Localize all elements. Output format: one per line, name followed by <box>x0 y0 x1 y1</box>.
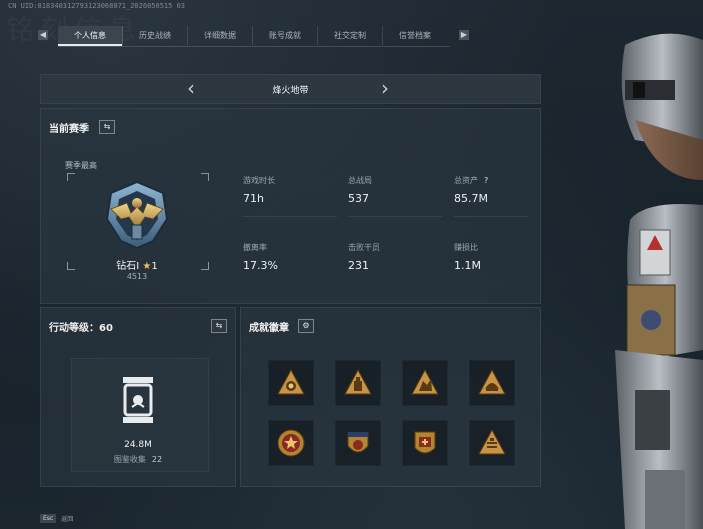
achievement-badge[interactable] <box>268 420 314 466</box>
stat-profit-ratio: 赚损比 1.1M <box>454 243 481 272</box>
tab-detailed-data[interactable]: 详细数据 <box>188 26 253 45</box>
swap-icon[interactable]: ⇆ <box>99 120 115 134</box>
achievement-badge[interactable] <box>268 360 314 406</box>
season-selector: ‹ 烽火地带 › <box>40 74 541 104</box>
achievement-badge[interactable] <box>335 360 381 406</box>
tab-credit-record[interactable]: 信誉档案 <box>383 26 447 45</box>
achievement-badge[interactable] <box>469 360 515 406</box>
current-season-title: 当前赛季 <box>49 124 89 135</box>
diamond-rank-emblem-icon <box>105 180 169 250</box>
current-season-panel: 当前赛季 ⇆ 赛季最高 钻石I ★1 4513 游戏时长 71h 总战局 537 <box>40 108 541 304</box>
help-icon[interactable]: ? <box>484 176 488 185</box>
stat-play-time: 游戏时长 71h <box>243 176 275 205</box>
season-next-icon[interactable]: › <box>381 78 389 98</box>
tab-account-achievements[interactable]: 账号成就 <box>253 26 318 45</box>
operation-level-panel: 行动等级：60 ⇆ 24.8M 图鉴收集 22 <box>40 307 236 487</box>
esc-key: Esc <box>40 514 57 523</box>
uid-text: CN UID:818340312793123068071_2026050515 … <box>8 2 186 10</box>
swap-icon[interactable]: ⇆ <box>211 319 227 333</box>
achievement-badge[interactable] <box>402 420 448 466</box>
chevron-left-icon[interactable]: ◀ <box>38 30 48 40</box>
back-label: 返回 <box>61 516 74 523</box>
tab-personal-info[interactable]: 个人信息 <box>58 26 123 46</box>
season-name: 烽火地带 <box>272 86 309 96</box>
season-best-label: 赛季最高 <box>65 161 97 170</box>
tabs: 个人信息 历史战绩 详细数据 账号成就 社交定制 信誉档案 <box>58 26 447 46</box>
achievement-badges-title: 成就徽章 <box>249 323 289 334</box>
achievement-badges-panel: 成就徽章 ⚙ <box>240 307 541 487</box>
stat-extraction-rate: 撤离率 17.3% <box>243 243 278 272</box>
settings-icon[interactable]: ⚙ <box>298 319 314 333</box>
collection-value: 24.8M <box>124 440 152 450</box>
back-hint[interactable]: Esc 返回 <box>40 514 73 523</box>
tab-history-records[interactable]: 历史战绩 <box>123 26 188 45</box>
collection-case-icon[interactable] <box>120 375 156 427</box>
tab-underline <box>58 46 450 47</box>
chevron-right-icon[interactable]: ▶ <box>459 30 469 40</box>
star-icon: ★ <box>142 261 152 272</box>
rank-score: 4513 <box>126 272 148 281</box>
stat-total-assets: 总资产? 85.7M <box>454 176 489 205</box>
tab-bar: ◀ 个人信息 历史战绩 详细数据 账号成就 社交定制 信誉档案 ▶ <box>38 26 470 47</box>
operator-character-image <box>615 33 703 529</box>
collection-count: 图鉴收集 22 <box>113 455 163 464</box>
achievement-badge[interactable] <box>335 420 381 466</box>
operation-level-title: 行动等级：60 <box>49 323 113 334</box>
stat-operators-defeated: 击败干员 231 <box>348 243 380 272</box>
achievement-badge[interactable] <box>469 420 515 466</box>
tab-social-custom[interactable]: 社交定制 <box>318 26 383 45</box>
stat-total-matches: 总战局 537 <box>348 176 372 205</box>
achievement-badge[interactable] <box>402 360 448 406</box>
rank-name: 钻石I ★1 <box>116 261 158 272</box>
